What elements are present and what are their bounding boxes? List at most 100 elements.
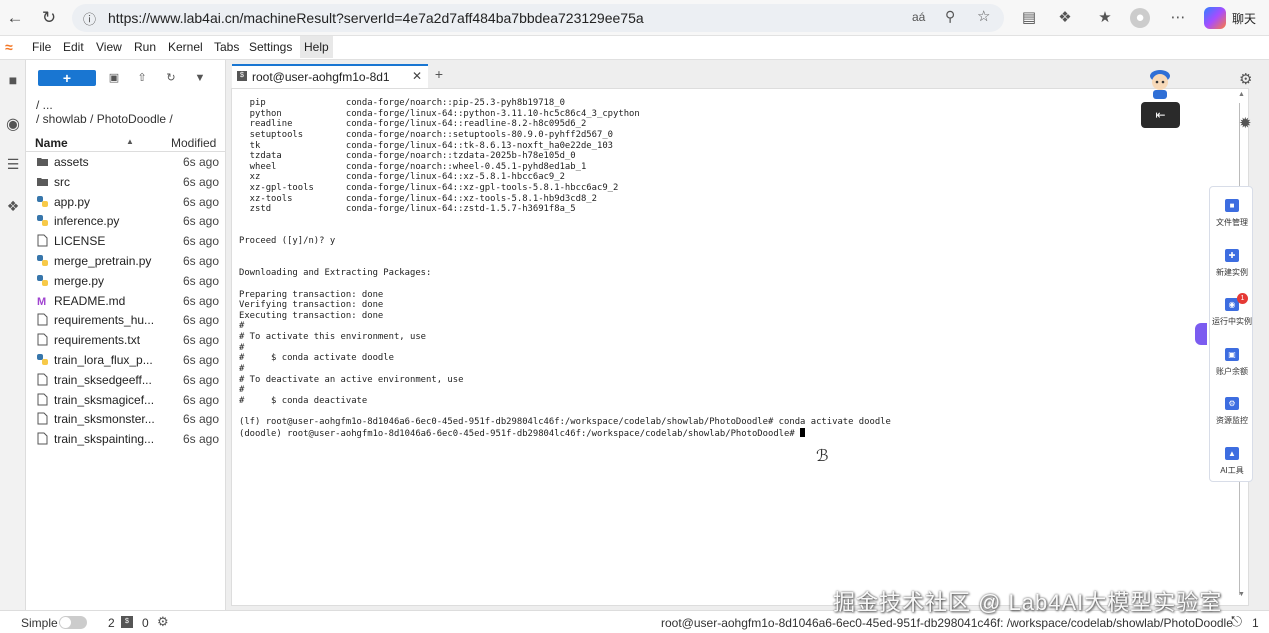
- file-row[interactable]: app.py 6s ago: [26, 192, 226, 212]
- file-icon: [36, 234, 49, 247]
- file-modified: 6s ago: [183, 194, 220, 209]
- address-bar[interactable]: ⓘ https://www.lab4ai.cn/machineResult?se…: [72, 4, 1004, 32]
- menu-tabs[interactable]: Tabs: [214, 40, 239, 54]
- kernel-status-icon[interactable]: ⚙: [157, 614, 169, 630]
- extensions-icon[interactable]: ❖: [1055, 8, 1075, 28]
- file-row[interactable]: LICENSE 6s ago: [26, 231, 226, 251]
- menu-view[interactable]: View: [96, 40, 122, 54]
- toggle-knob: [60, 617, 71, 628]
- more-icon[interactable]: ⋯: [1168, 8, 1188, 28]
- assistant-mascot-icon[interactable]: [1146, 68, 1174, 100]
- file-row[interactable]: train_lora_flux_p... 6s ago: [26, 350, 226, 370]
- menu-settings[interactable]: Settings: [249, 40, 292, 54]
- close-tab-icon[interactable]: ✕: [412, 69, 422, 83]
- terminal-line: readline conda-forge/linux-64::readline-…: [239, 119, 587, 130]
- property-inspector-icon[interactable]: ⚙: [1239, 70, 1252, 88]
- notification-badge: 1: [1237, 293, 1248, 304]
- file-name: train_sksmagicef...: [54, 392, 155, 407]
- terminal-status-icon[interactable]: $: [121, 616, 133, 628]
- refresh-icon[interactable]: ↻: [163, 70, 179, 86]
- back-icon[interactable]: ←: [4, 7, 26, 29]
- sort-ascending-icon[interactable]: ▲: [126, 137, 134, 146]
- file-row[interactable]: M README.md 6s ago: [26, 291, 226, 311]
- file-modified: 6s ago: [183, 174, 220, 189]
- menu-run[interactable]: Run: [134, 40, 156, 54]
- file-modified: 6s ago: [183, 253, 220, 268]
- simple-mode-toggle[interactable]: [59, 616, 87, 629]
- file-row[interactable]: merge.py 6s ago: [26, 271, 226, 291]
- upload-icon[interactable]: ⇧: [134, 70, 150, 86]
- profile-avatar-icon[interactable]: ●: [1130, 8, 1150, 28]
- file-browser-icon[interactable]: ■: [4, 72, 22, 90]
- breadcrumb[interactable]: / showlab / PhotoDoodle /: [36, 112, 173, 126]
- zoom-icon[interactable]: ⚲: [945, 8, 955, 25]
- side-panel-item[interactable]: ■ 文件管理: [1210, 191, 1254, 237]
- side-panel-item[interactable]: ▣ 账户余额: [1210, 340, 1254, 386]
- file-row[interactable]: train_sksmonster... 6s ago: [26, 409, 226, 429]
- filter-icon[interactable]: ▼: [192, 70, 208, 86]
- file-row[interactable]: src 6s ago: [26, 172, 226, 192]
- reload-icon[interactable]: ↻: [38, 7, 60, 29]
- new-folder-icon[interactable]: ▣: [106, 70, 122, 86]
- terminal-line: tk conda-forge/linux-64::tk-8.6.13-noxft…: [239, 140, 614, 151]
- menu-help[interactable]: Help: [300, 36, 333, 58]
- file-icon: [36, 412, 49, 425]
- new-launcher-button[interactable]: +: [38, 70, 96, 86]
- terminal-line: Executing transaction: done: [239, 310, 384, 321]
- read-aloud-icon[interactable]: aá: [912, 10, 925, 24]
- table-of-contents-icon[interactable]: ☰: [4, 156, 22, 174]
- file-row[interactable]: train_sksedgeeff... 6s ago: [26, 370, 226, 390]
- menu-edit[interactable]: Edit: [63, 40, 84, 54]
- side-panel-item[interactable]: ◉ 运行中实例 1: [1210, 290, 1254, 336]
- exit-fullscreen-icon[interactable]: ⇤: [1141, 102, 1180, 128]
- terminal-output[interactable]: pip conda-forge/noarch::pip-25.3-pyh8b19…: [231, 88, 1249, 606]
- file-list-header: Name ▲ Modified: [26, 134, 226, 152]
- debugger-icon[interactable]: ✹: [1239, 114, 1252, 132]
- add-tab-icon[interactable]: +: [431, 66, 447, 82]
- side-panel-item[interactable]: ⚙ 资源监控: [1210, 389, 1254, 435]
- monitor-icon: ⚙: [1225, 397, 1239, 410]
- running-kernels-icon[interactable]: ◉: [4, 114, 22, 133]
- breadcrumb-root[interactable]: / ...: [36, 98, 53, 112]
- file-name: src: [54, 174, 70, 189]
- file-row[interactable]: assets 6s ago: [26, 152, 226, 172]
- python-icon: [36, 353, 49, 366]
- simple-mode-label: Simple: [21, 616, 58, 630]
- favorite-star-icon[interactable]: ☆: [977, 7, 990, 25]
- file-name: train_sksmonster...: [54, 412, 155, 427]
- file-row[interactable]: train_skspainting... 6s ago: [26, 429, 226, 449]
- column-modified-header[interactable]: Modified: [171, 136, 216, 150]
- favorites-icon[interactable]: ★: [1095, 8, 1115, 28]
- scroll-down-icon[interactable]: ▼: [1238, 591, 1245, 598]
- file-browser: + ▣ ⇧ ↻ ▼ / ... / showlab / PhotoDoodle …: [26, 60, 226, 610]
- file-modified: 6s ago: [183, 432, 220, 447]
- extension-manager-icon[interactable]: ❖: [4, 198, 22, 216]
- document-icon[interactable]: ▤: [1019, 8, 1039, 28]
- file-row[interactable]: requirements.txt 6s ago: [26, 330, 226, 350]
- file-row[interactable]: train_sksmagicef... 6s ago: [26, 390, 226, 410]
- collapse-panel-handle[interactable]: [1195, 323, 1207, 345]
- column-name-header[interactable]: Name: [35, 136, 68, 150]
- terminal-line: Proceed ([y]/n)? y: [239, 236, 336, 247]
- notification-bell-icon[interactable]: ⎋: [1231, 613, 1242, 630]
- terminal-line: pip conda-forge/noarch::pip-25.3-pyh8b19…: [239, 98, 565, 108]
- kernel-count[interactable]: 0: [142, 616, 149, 630]
- side-panel-label: 账户余额: [1216, 366, 1248, 376]
- file-row[interactable]: merge_pretrain.py 6s ago: [26, 251, 226, 271]
- file-row[interactable]: requirements_hu... 6s ago: [26, 310, 226, 330]
- terminal-line: Verifying transaction: done: [239, 300, 384, 311]
- menu-file[interactable]: File: [32, 40, 51, 54]
- side-panel-item[interactable]: ✚ 新建实例: [1210, 241, 1254, 287]
- file-modified: 6s ago: [183, 313, 220, 328]
- terminal-line: setuptools conda-forge/noarch::setuptool…: [239, 129, 614, 140]
- site-info-icon[interactable]: ⓘ: [83, 9, 96, 28]
- file-icon: [36, 333, 49, 346]
- terminal-count[interactable]: 2: [108, 616, 115, 630]
- tab-bar: $ root@user-aohgfm1o-8d1 ✕ +: [226, 60, 1269, 88]
- side-panel-item[interactable]: ▲ AI工具: [1210, 439, 1254, 485]
- menu-kernel[interactable]: Kernel: [168, 40, 203, 54]
- notification-count[interactable]: 1: [1252, 616, 1259, 630]
- file-row[interactable]: inference.py 6s ago: [26, 211, 226, 231]
- tab-terminal[interactable]: $ root@user-aohgfm1o-8d1 ✕: [232, 64, 428, 88]
